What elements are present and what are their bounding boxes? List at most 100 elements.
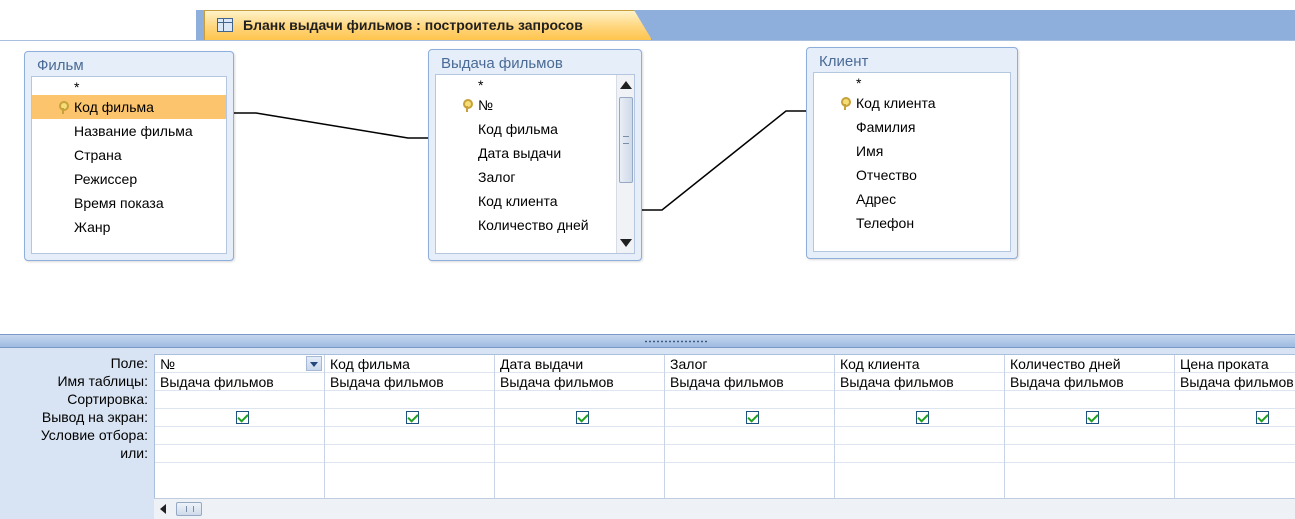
field-film-director[interactable]: Режиссер bbox=[32, 167, 226, 191]
grid-cell-sort[interactable] bbox=[1175, 391, 1295, 409]
grid-cell-field[interactable]: № bbox=[155, 355, 324, 373]
table-film[interactable]: Фильм * Код фильма Название фильма Стран… bbox=[24, 51, 234, 261]
grid-cell-field[interactable]: Дата выдачи bbox=[495, 355, 664, 373]
grid-column[interactable]: Залог Выдача фильмов bbox=[665, 355, 835, 498]
field-issue-deposit[interactable]: Залог bbox=[436, 165, 634, 189]
grid-column[interactable]: Количество дней Выдача фильмов bbox=[1005, 355, 1175, 498]
field-film-all[interactable]: * bbox=[32, 77, 226, 95]
scroll-up-icon[interactable] bbox=[620, 81, 632, 89]
grid-column[interactable]: Дата выдачи Выдача фильмов bbox=[495, 355, 665, 498]
scroll-thumb[interactable] bbox=[176, 502, 202, 516]
grid-cell-or[interactable] bbox=[495, 445, 664, 463]
grid-cell-field[interactable]: Количество дней bbox=[1005, 355, 1174, 373]
show-checkbox[interactable] bbox=[745, 411, 759, 424]
grid-cell-sort[interactable] bbox=[665, 391, 834, 409]
grid-cell-criteria[interactable] bbox=[325, 427, 494, 445]
show-checkbox[interactable] bbox=[915, 411, 929, 424]
grid-cell-show[interactable] bbox=[1005, 409, 1174, 427]
scroll-thumb[interactable] bbox=[619, 97, 633, 183]
grid-cell-sort[interactable] bbox=[1005, 391, 1174, 409]
grid-cell-or[interactable] bbox=[325, 445, 494, 463]
grid-cell-show[interactable] bbox=[155, 409, 324, 427]
grid-cell-or[interactable] bbox=[1175, 445, 1295, 463]
grid-cell-show[interactable] bbox=[665, 409, 834, 427]
grid-column[interactable]: № Выдача фильмов bbox=[155, 355, 325, 498]
field-film-genre[interactable]: Жанр bbox=[32, 215, 226, 239]
show-checkbox[interactable] bbox=[1255, 411, 1269, 424]
grid-cell-table[interactable]: Выдача фильмов bbox=[495, 373, 664, 391]
field-issue-date[interactable]: Дата выдачи bbox=[436, 141, 634, 165]
grid-cell-criteria[interactable] bbox=[1175, 427, 1295, 445]
grid-cell-criteria[interactable] bbox=[1005, 427, 1174, 445]
field-client-code[interactable]: Код клиента bbox=[814, 91, 1010, 115]
grid-cell-show[interactable] bbox=[495, 409, 664, 427]
field-client-address[interactable]: Адрес bbox=[814, 187, 1010, 211]
grid-cell-show[interactable] bbox=[1175, 409, 1295, 427]
field-client-all[interactable]: * bbox=[814, 73, 1010, 91]
show-checkbox[interactable] bbox=[1085, 411, 1099, 424]
grid-cell-field[interactable]: Код клиента bbox=[835, 355, 1004, 373]
show-checkbox[interactable] bbox=[235, 411, 249, 424]
field-issue-days[interactable]: Количество дней bbox=[436, 213, 634, 237]
scroll-left-icon[interactable] bbox=[160, 504, 166, 514]
table-film-issue-caption: Выдача фильмов bbox=[441, 55, 563, 72]
grid-cell-table[interactable]: Выдача фильмов bbox=[325, 373, 494, 391]
field-label: Код клиента bbox=[856, 95, 936, 111]
grid-horizontal-scrollbar[interactable] bbox=[154, 498, 1295, 519]
scroll-down-icon[interactable] bbox=[620, 239, 632, 247]
field-film-code[interactable]: Код фильма bbox=[32, 95, 226, 119]
grid-field-value: Залог bbox=[670, 356, 708, 372]
pane-splitter[interactable] bbox=[0, 334, 1295, 348]
grid-cell-sort[interactable] bbox=[835, 391, 1004, 409]
grid-column[interactable]: Код клиента Выдача фильмов bbox=[835, 355, 1005, 498]
grid-cell-table[interactable]: Выдача фильмов bbox=[835, 373, 1004, 391]
grid-cell-sort[interactable] bbox=[495, 391, 664, 409]
table-film-issue-fields[interactable]: * № Код фильма Дата выдачи Залог Код кли… bbox=[435, 74, 635, 254]
grid-cell-field[interactable]: Залог bbox=[665, 355, 834, 373]
field-film-country[interactable]: Страна bbox=[32, 143, 226, 167]
grid-cell-or[interactable] bbox=[155, 445, 324, 463]
grid-cell-table[interactable]: Выдача фильмов bbox=[665, 373, 834, 391]
grid-column[interactable]: Код фильма Выдача фильмов bbox=[325, 355, 495, 498]
field-issue-number[interactable]: № bbox=[436, 93, 634, 117]
grid-cell-criteria[interactable] bbox=[155, 427, 324, 445]
field-film-title[interactable]: Название фильма bbox=[32, 119, 226, 143]
grid-cell-sort[interactable] bbox=[155, 391, 324, 409]
field-film-duration[interactable]: Время показа bbox=[32, 191, 226, 215]
grid-cell-sort[interactable] bbox=[325, 391, 494, 409]
grid-cell-field[interactable]: Цена проката bbox=[1175, 355, 1295, 373]
query-tables-pane[interactable]: Фильм * Код фильма Название фильма Стран… bbox=[0, 40, 1295, 334]
show-checkbox[interactable] bbox=[575, 411, 589, 424]
table-film-fields[interactable]: * Код фильма Название фильма Страна Режи… bbox=[31, 76, 227, 254]
grid-cell-criteria[interactable] bbox=[835, 427, 1004, 445]
grid-cell-table[interactable]: Выдача фильмов bbox=[1005, 373, 1174, 391]
field-client-patronymic[interactable]: Отчество bbox=[814, 163, 1010, 187]
tab-query-design[interactable]: Бланк выдачи фильмов : построитель запро… bbox=[204, 10, 652, 40]
table-film-issue-scrollbar[interactable] bbox=[616, 75, 634, 253]
chevron-down-icon[interactable] bbox=[306, 356, 322, 371]
grid-cell-field[interactable]: Код фильма bbox=[325, 355, 494, 373]
grid-cell-criteria[interactable] bbox=[665, 427, 834, 445]
grid-cell-table[interactable]: Выдача фильмов bbox=[155, 373, 324, 391]
grid-columns[interactable]: № Выдача фильмов Код фильма Выдача фильмов Д… bbox=[154, 354, 1295, 498]
splitter-grip-icon[interactable] bbox=[644, 340, 708, 343]
show-checkbox[interactable] bbox=[405, 411, 419, 424]
grid-cell-table[interactable]: Выдача фильмов bbox=[1175, 373, 1295, 391]
field-client-phone[interactable]: Телефон bbox=[814, 211, 1010, 235]
field-issue-all[interactable]: * bbox=[436, 75, 634, 93]
grid-cell-show[interactable] bbox=[325, 409, 494, 427]
table-client[interactable]: Клиент * Код клиента Фамилия Имя Отчеств… bbox=[806, 47, 1018, 259]
grid-cell-show[interactable] bbox=[835, 409, 1004, 427]
grid-cell-criteria[interactable] bbox=[495, 427, 664, 445]
table-film-issue[interactable]: Выдача фильмов * № Код фильма Дата выдач… bbox=[428, 49, 642, 261]
grid-field-value: Количество дней bbox=[1010, 356, 1121, 372]
grid-column[interactable]: Цена проката Выдача фильмов bbox=[1175, 355, 1295, 498]
field-issue-client-code[interactable]: Код клиента bbox=[436, 189, 634, 213]
field-client-surname[interactable]: Фамилия bbox=[814, 115, 1010, 139]
field-issue-film-code[interactable]: Код фильма bbox=[436, 117, 634, 141]
grid-cell-or[interactable] bbox=[665, 445, 834, 463]
grid-cell-or[interactable] bbox=[835, 445, 1004, 463]
field-client-name[interactable]: Имя bbox=[814, 139, 1010, 163]
grid-cell-or[interactable] bbox=[1005, 445, 1174, 463]
table-client-fields[interactable]: * Код клиента Фамилия Имя Отчество Адрес… bbox=[813, 72, 1011, 252]
